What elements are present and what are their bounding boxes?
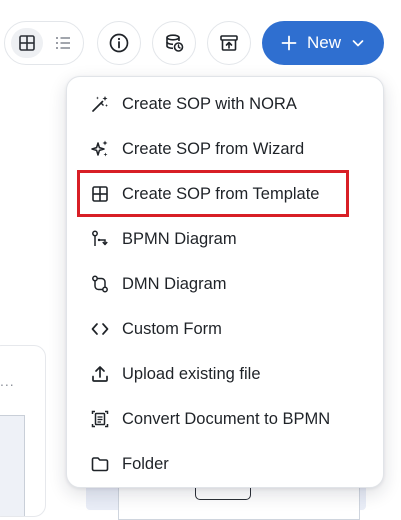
convert-document-icon	[89, 408, 111, 430]
upload-icon	[89, 363, 111, 385]
info-icon	[109, 33, 129, 53]
magic-wand-icon	[89, 93, 111, 115]
code-brackets-icon	[89, 318, 111, 340]
card-more-button[interactable]: ...	[0, 373, 15, 389]
list-view-button[interactable]	[47, 28, 79, 58]
folder-icon	[89, 453, 111, 475]
history-icon	[166, 34, 184, 52]
grid-view-button[interactable]	[11, 28, 43, 58]
grid-icon	[19, 35, 35, 51]
menu-item-create-sop-from-wizard[interactable]: Create SOP from Wizard	[89, 134, 359, 164]
menu-item-label: Custom Form	[122, 319, 222, 338]
menu-item-custom-form[interactable]: Custom Form	[89, 314, 359, 344]
menu-item-label: Create SOP from Wizard	[122, 139, 305, 158]
menu-item-label: Upload existing file	[122, 364, 261, 383]
history-button[interactable]	[152, 21, 196, 65]
new-button-label: New	[306, 33, 341, 52]
menu-item-convert-document-to-bpmn[interactable]: Convert Document to BPMN	[89, 404, 359, 434]
list-icon	[56, 37, 70, 49]
chevron-down-icon	[352, 40, 364, 47]
menu-item-label: Convert Document to BPMN	[122, 409, 331, 428]
new-dropdown-menu: Create SOP with NORA Create SOP from Wiz…	[66, 76, 384, 488]
info-button[interactable]	[97, 21, 141, 65]
menu-item-upload-existing-file[interactable]: Upload existing file	[89, 359, 359, 389]
menu-item-label: DMN Diagram	[122, 274, 227, 293]
archive-icon	[220, 35, 238, 51]
menu-item-bpmn-diagram[interactable]: BPMN Diagram	[89, 224, 359, 254]
menu-item-folder[interactable]: Folder	[89, 449, 359, 479]
view-toggle	[4, 21, 84, 65]
plus-icon	[281, 35, 297, 51]
menu-item-label: BPMN Diagram	[122, 229, 237, 248]
new-button[interactable]: New	[262, 21, 384, 65]
menu-item-create-sop-with-nora[interactable]: Create SOP with NORA	[89, 89, 359, 119]
menu-item-dmn-diagram[interactable]: DMN Diagram	[89, 269, 359, 299]
highlight-annotation	[77, 170, 349, 217]
dmn-flow-icon	[89, 273, 111, 295]
bpmn-flow-icon	[89, 228, 111, 250]
archive-button[interactable]	[207, 21, 251, 65]
sparkles-icon	[89, 138, 111, 160]
menu-item-label: Create SOP with NORA	[122, 94, 297, 113]
menu-item-label: Folder	[122, 454, 169, 473]
